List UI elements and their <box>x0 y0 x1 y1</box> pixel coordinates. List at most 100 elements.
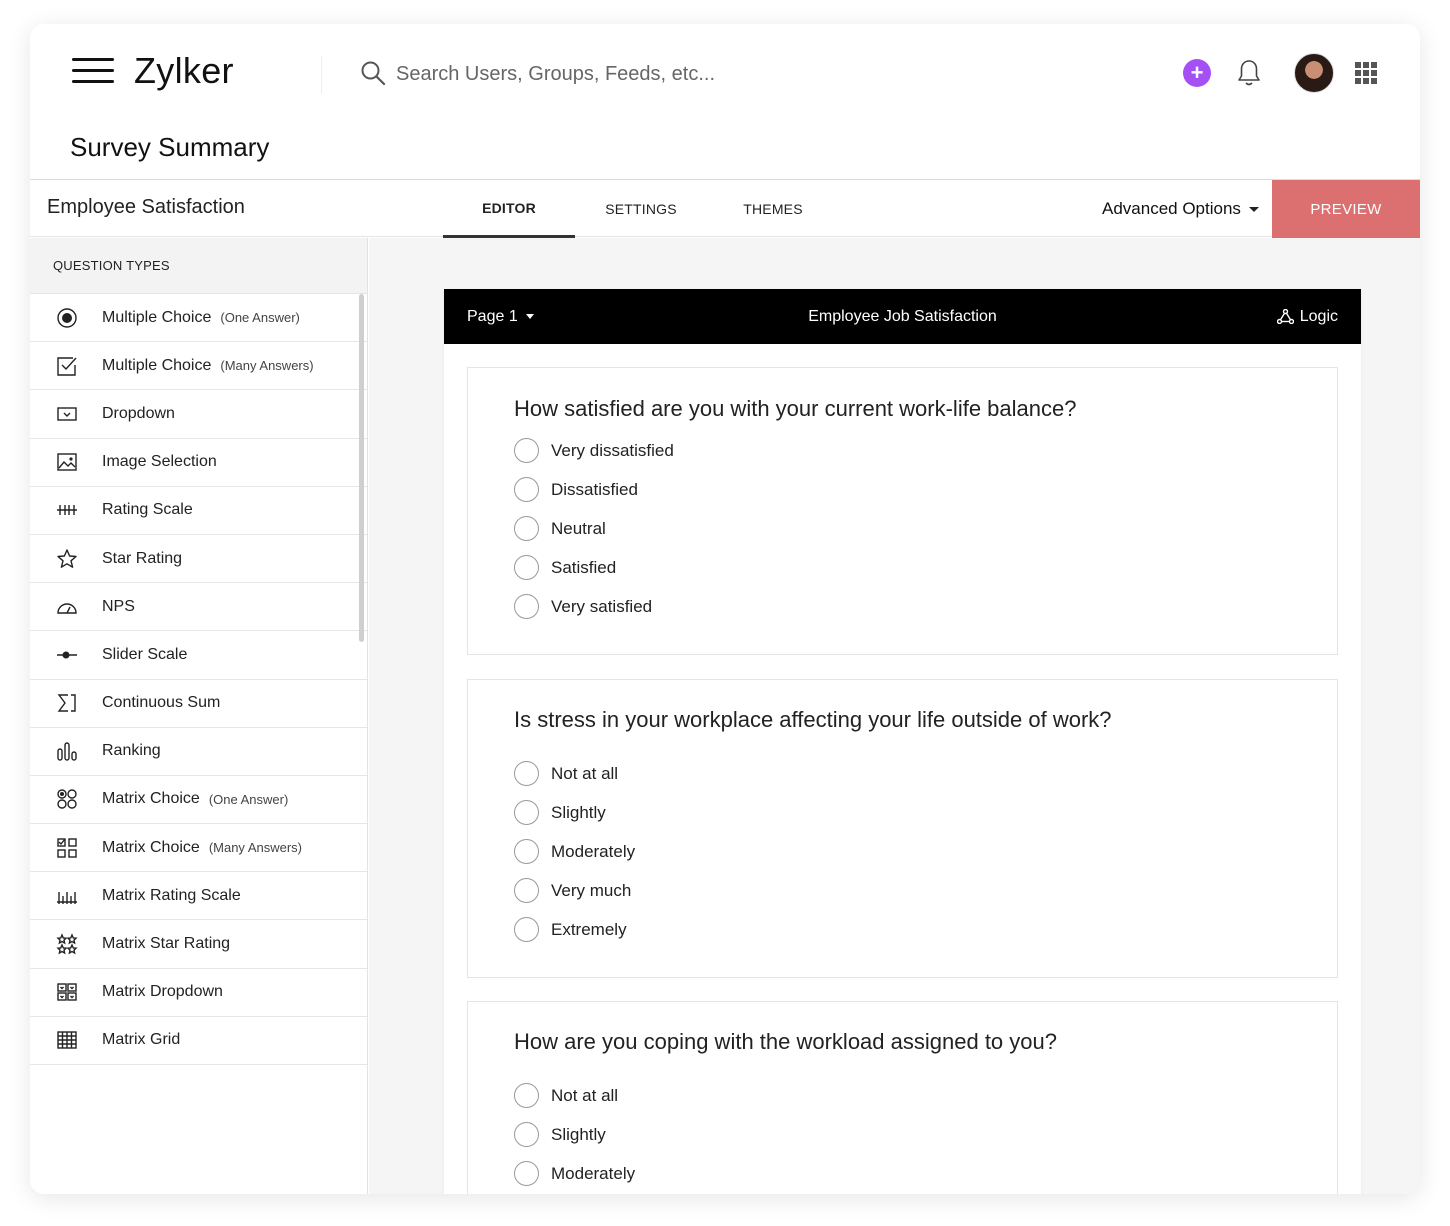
question-type-label: Matrix Grid <box>102 1031 181 1049</box>
option-moderately[interactable]: Moderately <box>514 839 635 864</box>
question-type-item[interactable]: Continuous Sum <box>30 680 367 728</box>
option-dissatisfied[interactable]: Dissatisfied <box>514 477 638 502</box>
tab-editor[interactable]: EDITOR <box>443 180 575 238</box>
question-type-item[interactable]: Matrix Star Rating <box>30 920 367 969</box>
question-type-item[interactable]: Matrix Grid <box>30 1017 367 1065</box>
radio-button[interactable] <box>514 516 539 541</box>
radio-button[interactable] <box>514 1122 539 1147</box>
question-type-item[interactable]: Matrix Dropdown <box>30 969 367 1017</box>
question-type-item[interactable]: Multiple Choice (One Answer) <box>30 294 367 343</box>
caret-down-icon <box>1248 206 1259 212</box>
page-bar: Page 1 Employee Job Satisfaction Logic <box>444 289 1361 344</box>
radio-button[interactable] <box>514 1083 539 1108</box>
question-type-item[interactable]: Matrix Rating Scale <box>30 872 367 921</box>
search-input[interactable] <box>396 58 916 90</box>
radio-button[interactable] <box>514 800 539 825</box>
search-icon <box>361 61 386 86</box>
option-label: Dissatisfied <box>551 479 638 499</box>
question-type-item[interactable]: Matrix Choice (One Answer) <box>30 776 367 825</box>
radio-button[interactable] <box>514 839 539 864</box>
top-header: Zylker + <box>30 24 1420 120</box>
matrix-rating-icon <box>55 884 79 908</box>
user-avatar[interactable] <box>1294 53 1334 93</box>
option-very-dissatisfied[interactable]: Very dissatisfied <box>514 438 674 463</box>
option-label: Not at all <box>551 1085 619 1105</box>
option-very-satisfied[interactable]: Very satisfied <box>514 594 652 619</box>
option-label: Neutral <box>551 518 606 538</box>
caret-down-icon <box>525 314 534 319</box>
logic-icon <box>1276 309 1294 324</box>
page-selector[interactable]: Page 1 <box>467 289 534 344</box>
radio-button[interactable] <box>514 438 539 463</box>
advanced-options-dropdown[interactable]: Advanced Options <box>1102 180 1259 238</box>
question-type-label: Matrix Star Rating <box>102 935 231 953</box>
dropdown-icon <box>55 402 79 426</box>
slider-icon <box>55 643 79 667</box>
gauge-icon <box>55 595 79 619</box>
question-type-item[interactable]: Slider Scale <box>30 631 367 680</box>
radio-button[interactable] <box>514 878 539 903</box>
question-card-3[interactable]: How are you coping with the workload ass… <box>467 1001 1338 1194</box>
radio-button[interactable] <box>514 555 539 580</box>
radio-button[interactable] <box>514 761 539 786</box>
question-type-label: Star Rating <box>102 549 183 567</box>
question-type-label: Matrix Choice <box>102 838 200 856</box>
image-icon <box>55 450 79 474</box>
option-neutral[interactable]: Neutral <box>514 516 606 541</box>
question-title: How are you coping with the workload ass… <box>514 1029 1057 1054</box>
question-type-item[interactable]: Ranking <box>30 728 367 776</box>
advanced-options-label: Advanced Options <box>1102 199 1241 218</box>
question-type-label: Dropdown <box>102 404 175 422</box>
question-type-item[interactable]: Multiple Choice (Many Answers) <box>30 342 367 391</box>
question-type-item[interactable]: Dropdown <box>30 390 367 439</box>
hamburger-menu-icon[interactable] <box>72 58 114 84</box>
option-slightly[interactable]: Slightly <box>514 1122 606 1147</box>
question-type-list: Multiple Choice (One Answer) Multiple Choi… <box>30 294 367 1065</box>
question-card-1[interactable]: How satisfied are you with your current … <box>467 367 1338 655</box>
question-type-label: Slider Scale <box>102 645 188 663</box>
question-card-2[interactable]: Is stress in your workplace affecting yo… <box>467 679 1338 978</box>
preview-button[interactable]: PREVIEW <box>1272 180 1420 238</box>
tab-themes[interactable]: THEMES <box>707 180 839 238</box>
question-type-sublabel: (Many Answers) <box>208 840 303 856</box>
rating-scale-icon <box>55 498 79 522</box>
survey-name: Employee Satisfaction <box>47 196 245 218</box>
add-button[interactable]: + <box>1183 59 1211 87</box>
radio-button[interactable] <box>514 917 539 942</box>
option-not-at-all[interactable]: Not at all <box>514 1083 618 1108</box>
radio-button[interactable] <box>514 1161 539 1186</box>
question-type-label: Rating Scale <box>102 501 193 519</box>
plus-icon: + <box>1190 60 1204 85</box>
question-type-item[interactable]: Star Rating <box>30 535 367 584</box>
ranking-icon <box>55 739 79 763</box>
logic-label: Logic <box>1299 307 1338 325</box>
star-icon <box>55 547 79 571</box>
sidebar-heading: QUESTION TYPES <box>30 238 367 294</box>
option-label: Satisfied <box>551 557 617 577</box>
question-type-item[interactable]: NPS <box>30 583 367 632</box>
option-slightly[interactable]: Slightly <box>514 800 606 825</box>
question-type-label: NPS <box>102 597 135 615</box>
question-type-item[interactable]: Matrix Choice (Many Answers) <box>30 824 367 873</box>
logic-button[interactable]: Logic <box>1276 289 1338 344</box>
app-logo[interactable]: Zylker <box>134 50 234 92</box>
page-title: Survey Summary <box>70 132 270 162</box>
option-label: Very dissatisfied <box>551 440 674 460</box>
radio-button[interactable] <box>514 477 539 502</box>
option-satisfied[interactable]: Satisfied <box>514 555 616 580</box>
question-type-item[interactable]: Rating Scale <box>30 487 367 535</box>
question-type-label: Matrix Dropdown <box>102 983 223 1001</box>
option-label: Slightly <box>551 1124 606 1144</box>
option-extremely[interactable]: Extremely <box>514 917 627 942</box>
radio-button[interactable] <box>514 594 539 619</box>
option-label: Moderately <box>551 1163 636 1183</box>
option-very-much[interactable]: Very much <box>514 878 631 903</box>
sidebar-scrollbar[interactable] <box>359 294 364 642</box>
apps-grid-icon[interactable] <box>1355 62 1377 84</box>
tab-settings[interactable]: SETTINGS <box>575 180 707 238</box>
bell-icon[interactable] <box>1236 58 1262 88</box>
option-not-at-all[interactable]: Not at all <box>514 761 618 786</box>
question-type-item[interactable]: Image Selection <box>30 439 367 487</box>
matrix-checkbox-icon <box>55 836 79 860</box>
option-moderately[interactable]: Moderately <box>514 1161 635 1186</box>
